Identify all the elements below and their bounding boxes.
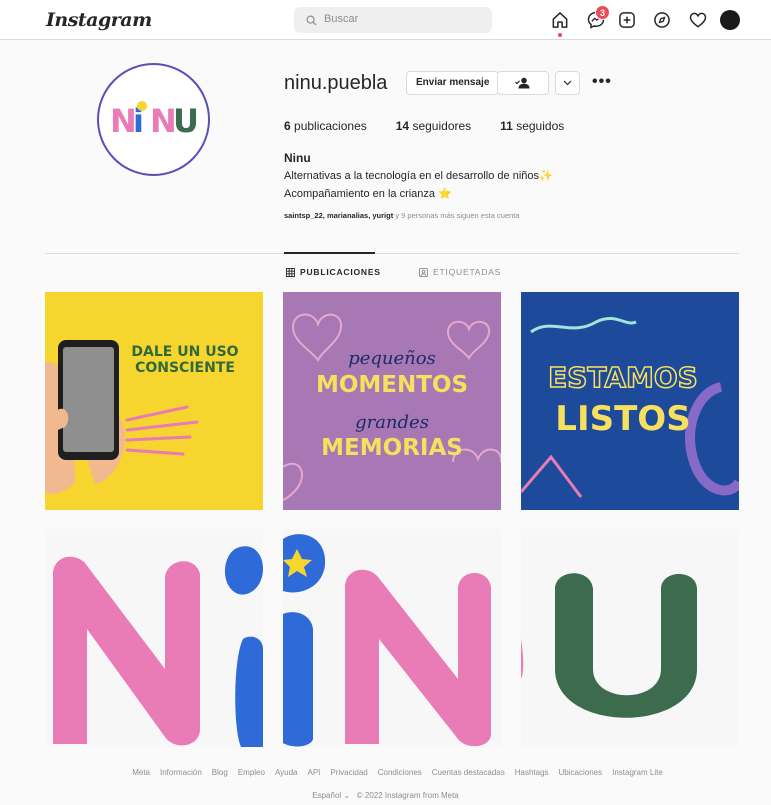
language-label: Español: [312, 791, 342, 800]
tab-posts[interactable]: PUBLICACIONES: [286, 267, 381, 277]
footer-link[interactable]: Ayuda: [275, 768, 298, 777]
following-button[interactable]: [497, 71, 549, 95]
activity-button[interactable]: [687, 9, 709, 31]
chevron-down-icon: ⌄: [343, 791, 351, 800]
post-caption: MEMORIAS: [321, 435, 463, 461]
chevron-down-icon: [563, 80, 572, 86]
ninu-logo: N i N U: [110, 100, 199, 140]
footer-link[interactable]: Empleo: [238, 768, 265, 777]
post-thumbnail[interactable]: DALE UN USO CONSCIENTE: [45, 292, 263, 510]
post-image: [521, 529, 739, 747]
grid-icon: [286, 267, 295, 277]
footer-link[interactable]: Blog: [212, 768, 228, 777]
suggestions-dropdown-button[interactable]: [555, 71, 580, 95]
footer-link[interactable]: Ubicaciones: [559, 768, 603, 777]
svg-text:U: U: [173, 102, 199, 140]
footer-link[interactable]: Privacidad: [330, 768, 367, 777]
followed-by-rest: y 9 personas más siguen esta cuenta: [395, 211, 520, 220]
send-message-button[interactable]: Enviar mensaje: [406, 71, 500, 95]
followers-stat[interactable]: 14 seguidores: [396, 119, 471, 133]
footer-link[interactable]: Instagram Lite: [612, 768, 663, 777]
posts-count: 6: [284, 119, 291, 133]
footer-links: Meta Información Blog Empleo Ayuda API P…: [0, 768, 771, 777]
post-thumbnail[interactable]: pequeños MOMENTOS grandes MEMORIAS: [283, 292, 501, 510]
new-post-button[interactable]: [616, 9, 638, 31]
compass-icon: [654, 12, 670, 28]
post-caption: pequeños: [348, 348, 436, 369]
post-image: [45, 529, 263, 747]
footer-link[interactable]: Información: [160, 768, 202, 777]
post-thumbnail[interactable]: ESTAMOS LISTOS: [521, 292, 739, 510]
tag-icon: [419, 267, 428, 277]
post-thumbnail[interactable]: [45, 529, 263, 747]
footer-link[interactable]: Cuentas destacadas: [432, 768, 505, 777]
search-icon: [306, 13, 317, 31]
post-image: ESTAMOS LISTOS: [521, 292, 739, 510]
followed-by-names: saintsp_22, marianalias, yurigt: [284, 211, 394, 220]
plus-square-icon: [619, 12, 635, 28]
tabs-divider: [45, 253, 739, 254]
search-input[interactable]: Buscar: [294, 7, 492, 33]
ellipsis-icon: •••: [592, 73, 612, 90]
person-check-icon: [515, 77, 530, 89]
bio-line: Alternativas a la tecnología en el desar…: [284, 170, 553, 182]
footer-bottom: Español ⌄ © 2022 Instagram from Meta: [0, 791, 771, 800]
explore-button[interactable]: [651, 9, 673, 31]
followers-count: 14: [395, 119, 410, 133]
post-caption: MOMENTOS: [316, 372, 468, 398]
post-caption: DALE UN USO: [131, 344, 238, 360]
footer-link[interactable]: Condiciones: [378, 768, 422, 777]
bio-name: Ninu: [284, 151, 311, 165]
search-placeholder: Buscar: [324, 13, 359, 25]
home-button[interactable]: [549, 9, 571, 37]
active-tab-indicator: [284, 252, 375, 254]
footer-link[interactable]: Hashtags: [515, 768, 549, 777]
notification-badge: 3: [595, 5, 610, 20]
posts-count-stat: 6 publicaciones: [284, 119, 367, 133]
messenger-button[interactable]: 3: [585, 5, 610, 31]
tab-label: ETIQUETADAS: [433, 267, 502, 277]
post-caption: CONSCIENTE: [135, 360, 235, 376]
avatar: [720, 10, 740, 30]
post-image: pequeños MOMENTOS grandes MEMORIAS: [283, 292, 501, 510]
heart-icon: [689, 12, 707, 28]
more-options-button[interactable]: •••: [592, 73, 612, 91]
followers-label: seguidores: [412, 119, 472, 133]
language-selector[interactable]: Español ⌄: [312, 791, 350, 800]
profile-avatar[interactable]: N i N U: [97, 63, 210, 176]
tab-tagged[interactable]: ETIQUETADAS: [419, 267, 501, 277]
followed-by-text[interactable]: saintsp_22, marianalias, yurigt y 9 pers…: [284, 211, 520, 220]
profile-username: ninu.puebla: [284, 72, 388, 94]
home-icon: [552, 12, 568, 28]
bio-line: Acompañamiento en la crianza ⭐: [284, 188, 452, 200]
instagram-logo[interactable]: Instagram: [46, 9, 152, 31]
footer-link[interactable]: API: [307, 768, 320, 777]
following-stat[interactable]: 11 seguidos: [500, 119, 564, 133]
post-thumbnail[interactable]: [283, 529, 501, 747]
following-label: seguidos: [516, 119, 565, 133]
post-caption: ESTAMOS: [548, 361, 698, 394]
copyright-text: © 2022 Instagram from Meta: [356, 791, 459, 800]
posts-label: publicaciones: [294, 119, 367, 133]
post-image: DALE UN USO CONSCIENTE: [45, 292, 263, 510]
post-caption: LISTOS: [555, 399, 690, 439]
profile-menu-button[interactable]: [719, 9, 741, 31]
top-navigation-bar: Instagram Buscar 3: [0, 0, 771, 40]
following-count: 11: [500, 119, 513, 133]
post-caption: grandes: [355, 412, 429, 433]
active-indicator: [558, 33, 562, 37]
post-image: [283, 529, 501, 747]
profile-stats: 6 publicaciones 14 seguidores 11 seguido…: [284, 119, 564, 133]
tab-label: PUBLICACIONES: [300, 267, 381, 277]
post-thumbnail[interactable]: [521, 529, 739, 747]
footer-link[interactable]: Meta: [132, 768, 150, 777]
